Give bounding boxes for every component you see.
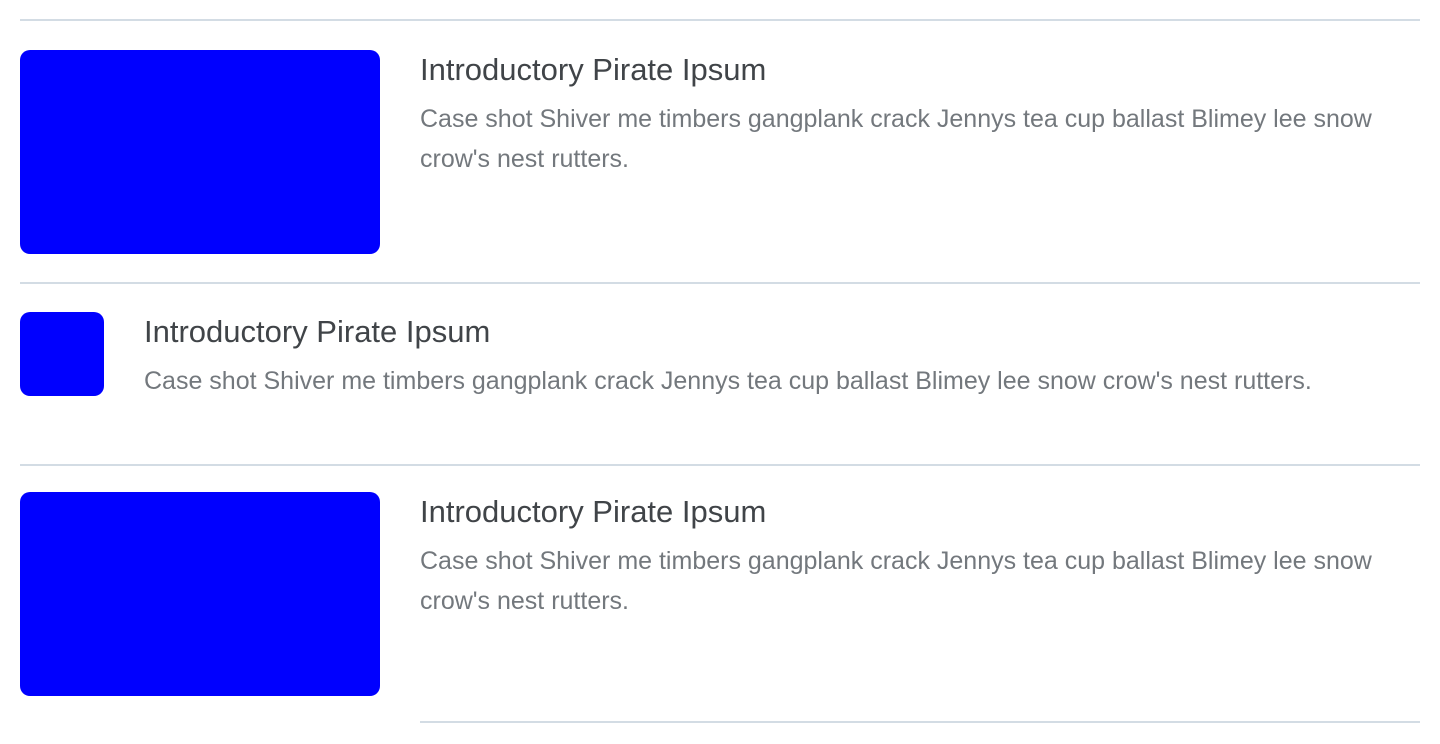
item-text: Introductory Pirate Ipsum Case shot Shiv… bbox=[144, 312, 1396, 401]
item-thumbnail bbox=[20, 50, 380, 254]
item-description: Case shot Shiver me timbers gangplank cr… bbox=[420, 547, 1372, 615]
item-text: Introductory Pirate Ipsum Case shot Shiv… bbox=[420, 50, 1420, 179]
item-description: Case shot Shiver me timbers gangplank cr… bbox=[420, 105, 1372, 173]
list-item[interactable]: Introductory Pirate Ipsum Case shot Shiv… bbox=[20, 312, 1420, 442]
item-title: Introductory Pirate Ipsum bbox=[144, 314, 491, 349]
list-divider bbox=[20, 19, 1420, 21]
item-thumbnail bbox=[20, 312, 104, 396]
item-title: Introductory Pirate Ipsum bbox=[420, 494, 767, 529]
list-item[interactable]: Introductory Pirate Ipsum Case shot Shiv… bbox=[20, 492, 1420, 696]
item-description: Case shot Shiver me timbers gangplank cr… bbox=[144, 367, 1312, 395]
list-divider bbox=[20, 282, 1420, 284]
list-item[interactable]: Introductory Pirate Ipsum Case shot Shiv… bbox=[20, 50, 1420, 254]
item-text: Introductory Pirate Ipsum Case shot Shiv… bbox=[420, 492, 1420, 621]
item-thumbnail bbox=[20, 492, 380, 696]
media-list: Introductory Pirate Ipsum Case shot Shiv… bbox=[0, 0, 1440, 744]
list-divider bbox=[20, 464, 1420, 466]
item-title: Introductory Pirate Ipsum bbox=[420, 52, 767, 87]
list-divider bbox=[420, 721, 1420, 723]
